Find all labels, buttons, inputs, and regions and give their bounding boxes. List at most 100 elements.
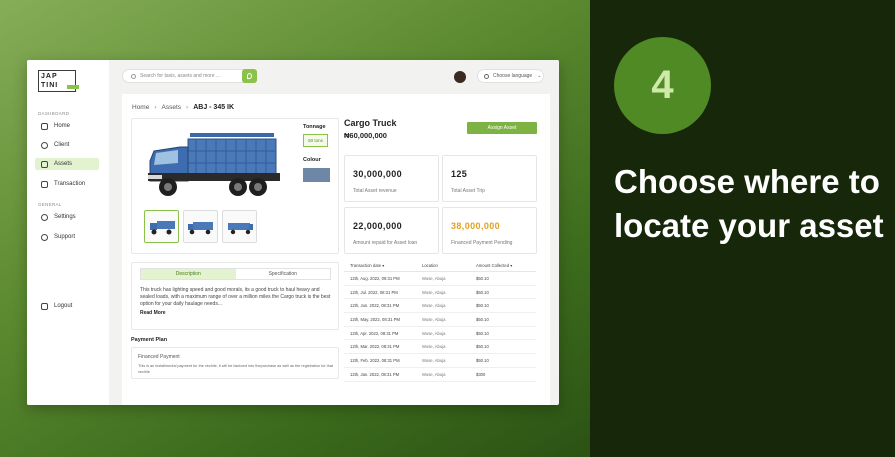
sidebar-item-label: Support: [54, 234, 76, 240]
tab-description[interactable]: Description: [141, 269, 236, 279]
sidebar-item-label: Assets: [54, 161, 73, 167]
chevron-right-icon: ›: [186, 104, 189, 111]
stat-card-repaid: 22,000,000 Amount repaid for Asset loan: [344, 207, 439, 254]
stat-value: 38,000,000: [451, 221, 501, 231]
breadcrumb-home[interactable]: Home: [132, 104, 149, 111]
truck-icon: [41, 160, 48, 168]
table-row[interactable]: 12th, Apr. 2022, 08:31 PM Wuse, Abuja $5…: [344, 327, 536, 341]
sidebar-item-assets[interactable]: Assets: [35, 158, 99, 170]
thumbnail-3[interactable]: [222, 210, 257, 243]
asset-price: ₦60,000,000: [344, 131, 387, 140]
chat-icon: [41, 233, 48, 241]
main-content: Home › Assets › ABJ - 345 IK Tonnage 50 …: [122, 94, 550, 405]
cell-location: Wuse, Abuja: [422, 357, 446, 363]
table-row[interactable]: 12th, Mar. 2022, 08:31 PM Wuse, Abuja $5…: [344, 340, 536, 355]
cell-amount: $300: [476, 371, 486, 377]
globe-icon: [484, 73, 489, 79]
search-placeholder: Search for taxis, assets and more ...: [140, 73, 221, 79]
logout-label: Logout: [54, 303, 73, 309]
section-dashboard-label: DASHBOARD: [38, 111, 70, 116]
stat-card-pending: 38,000,000 Financed Payment Pending: [442, 207, 537, 254]
breadcrumb-current: ABJ - 345 IK: [193, 104, 235, 111]
sidebar-item-settings[interactable]: Settings: [35, 211, 99, 223]
sidebar-item-transaction[interactable]: Transaction: [35, 178, 99, 190]
colour-label: Colour: [303, 157, 321, 163]
breadcrumb-assets[interactable]: Assets: [162, 104, 182, 111]
cell-date: 12th, Jul. 2022, 08:31 PM: [350, 289, 398, 295]
search-input[interactable]: Search for taxis, assets and more ...: [122, 69, 252, 83]
logout-icon: [41, 302, 48, 310]
description-text: This truck has lighting speed and good m…: [140, 287, 331, 307]
gear-icon: [41, 213, 48, 221]
column-header-location: Location: [422, 263, 438, 268]
tonnage-label: Tonnage: [303, 124, 326, 130]
stat-value: 125: [451, 169, 468, 179]
language-label: Choose language: [493, 73, 533, 79]
payment-plan-name: Financed Payment: [138, 354, 180, 360]
table-row[interactable]: 12th, Jun. 2022, 08:31 PM Wuse, Abuja $5…: [344, 299, 536, 314]
column-header-date[interactable]: Transaction date ▾: [344, 263, 422, 268]
sidebar-item-home[interactable]: Home: [35, 120, 99, 132]
read-more-link[interactable]: Read More: [140, 310, 166, 316]
truck-image: [148, 133, 280, 196]
table-row[interactable]: 12th, Jan. 2022, 08:31 PM Wuse, Abuja $3…: [344, 368, 536, 382]
promo-headline: Choose where to locate your asset: [614, 163, 884, 244]
tonnage-badge: 50 tons: [303, 134, 328, 147]
detail-tabs: Description Specification: [140, 268, 331, 280]
cell-date: 12th, May. 2022, 08:31 PM: [350, 316, 400, 322]
column-header-amount[interactable]: Amount Collected ▾: [476, 263, 536, 268]
sidebar: JAP TINI DASHBOARD Home Client Assets Tr…: [27, 60, 109, 405]
thumbnail-1[interactable]: [144, 210, 179, 243]
cell-amount: $50.10: [476, 344, 489, 350]
sidebar-item-support[interactable]: Support: [35, 231, 99, 243]
colour-swatch: [303, 168, 330, 182]
stat-value: 22,000,000: [353, 221, 403, 231]
stat-card-trips: 125 Total Asset Trip: [442, 155, 537, 202]
location-pin-icon: [247, 73, 252, 79]
table-row[interactable]: 12th, Aug. 2022, 09:31 PM Wuse, Abuja $5…: [344, 272, 536, 286]
tab-specification[interactable]: Specification: [236, 269, 331, 279]
sidebar-item-label: Settings: [54, 214, 76, 220]
cell-location: Wuse, Abuja: [422, 275, 446, 281]
sidebar-item-client[interactable]: Client: [35, 139, 99, 151]
transactions-table: Transaction date ▾ Location Amount Colle…: [344, 260, 536, 382]
app-logo[interactable]: JAP TINI: [38, 70, 79, 92]
table-row[interactable]: 12th, Feb. 2022, 08:31 PM Wuse, Abuja $5…: [344, 354, 536, 368]
avatar[interactable]: [454, 71, 466, 83]
table-row[interactable]: 12th, Jul. 2022, 08:31 PM Wuse, Abuja $5…: [344, 286, 536, 300]
stat-label: Total Asset Trip: [451, 188, 485, 194]
payment-plan-title: Payment Plan: [131, 337, 168, 343]
cell-location: Wuse, Abuja: [422, 289, 446, 295]
logout-button[interactable]: Logout: [35, 300, 99, 312]
payment-plan-card[interactable]: Financed Payment This is an installmenta…: [131, 347, 339, 379]
payment-plan-text: This is an installmental payment for the…: [138, 364, 334, 374]
truck-thumbnail: [228, 223, 253, 235]
chevron-down-icon: ⌄: [537, 73, 542, 79]
sidebar-item-label: Transaction: [54, 181, 86, 187]
cell-amount: $50.10: [476, 316, 489, 322]
cell-date: 12th, Mar. 2022, 08:31 PM: [350, 344, 400, 350]
table-row[interactable]: 12th, May. 2022, 08:31 PM Wuse, Abuja $5…: [344, 313, 536, 327]
asset-title: Cargo Truck: [344, 118, 397, 128]
cell-date: 12th, Aug. 2022, 09:31 PM: [350, 275, 400, 281]
cell-date: 12th, Apr. 2022, 08:31 PM: [350, 330, 399, 336]
stat-label: Amount repaid for Asset loan: [353, 240, 418, 246]
step-number-badge: 4: [614, 37, 711, 134]
logo-bar: [67, 85, 79, 89]
breadcrumb: Home › Assets › ABJ - 345 IK: [132, 104, 234, 111]
sidebar-item-label: Home: [54, 123, 71, 129]
search-icon: [131, 73, 136, 79]
assign-asset-button[interactable]: Assign Asset: [467, 122, 537, 134]
cell-date: 12th, Jun. 2022, 08:31 PM: [350, 303, 400, 309]
cell-amount: $50.10: [476, 330, 489, 336]
stat-label: Financed Payment Pending: [451, 240, 513, 246]
sidebar-item-label: Client: [54, 142, 70, 148]
thumbnail-2[interactable]: [183, 210, 218, 243]
cell-location: Wuse, Abuja: [422, 303, 446, 309]
topbar: Search for taxis, assets and more ... Ch…: [109, 60, 559, 94]
cell-location: Wuse, Abuja: [422, 344, 446, 350]
cell-date: 12th, Jan. 2022, 08:31 PM: [350, 371, 400, 377]
location-filter-button[interactable]: [242, 69, 257, 83]
truck-thumbnail: [150, 221, 175, 235]
language-select[interactable]: Choose language ⌄: [477, 69, 544, 83]
